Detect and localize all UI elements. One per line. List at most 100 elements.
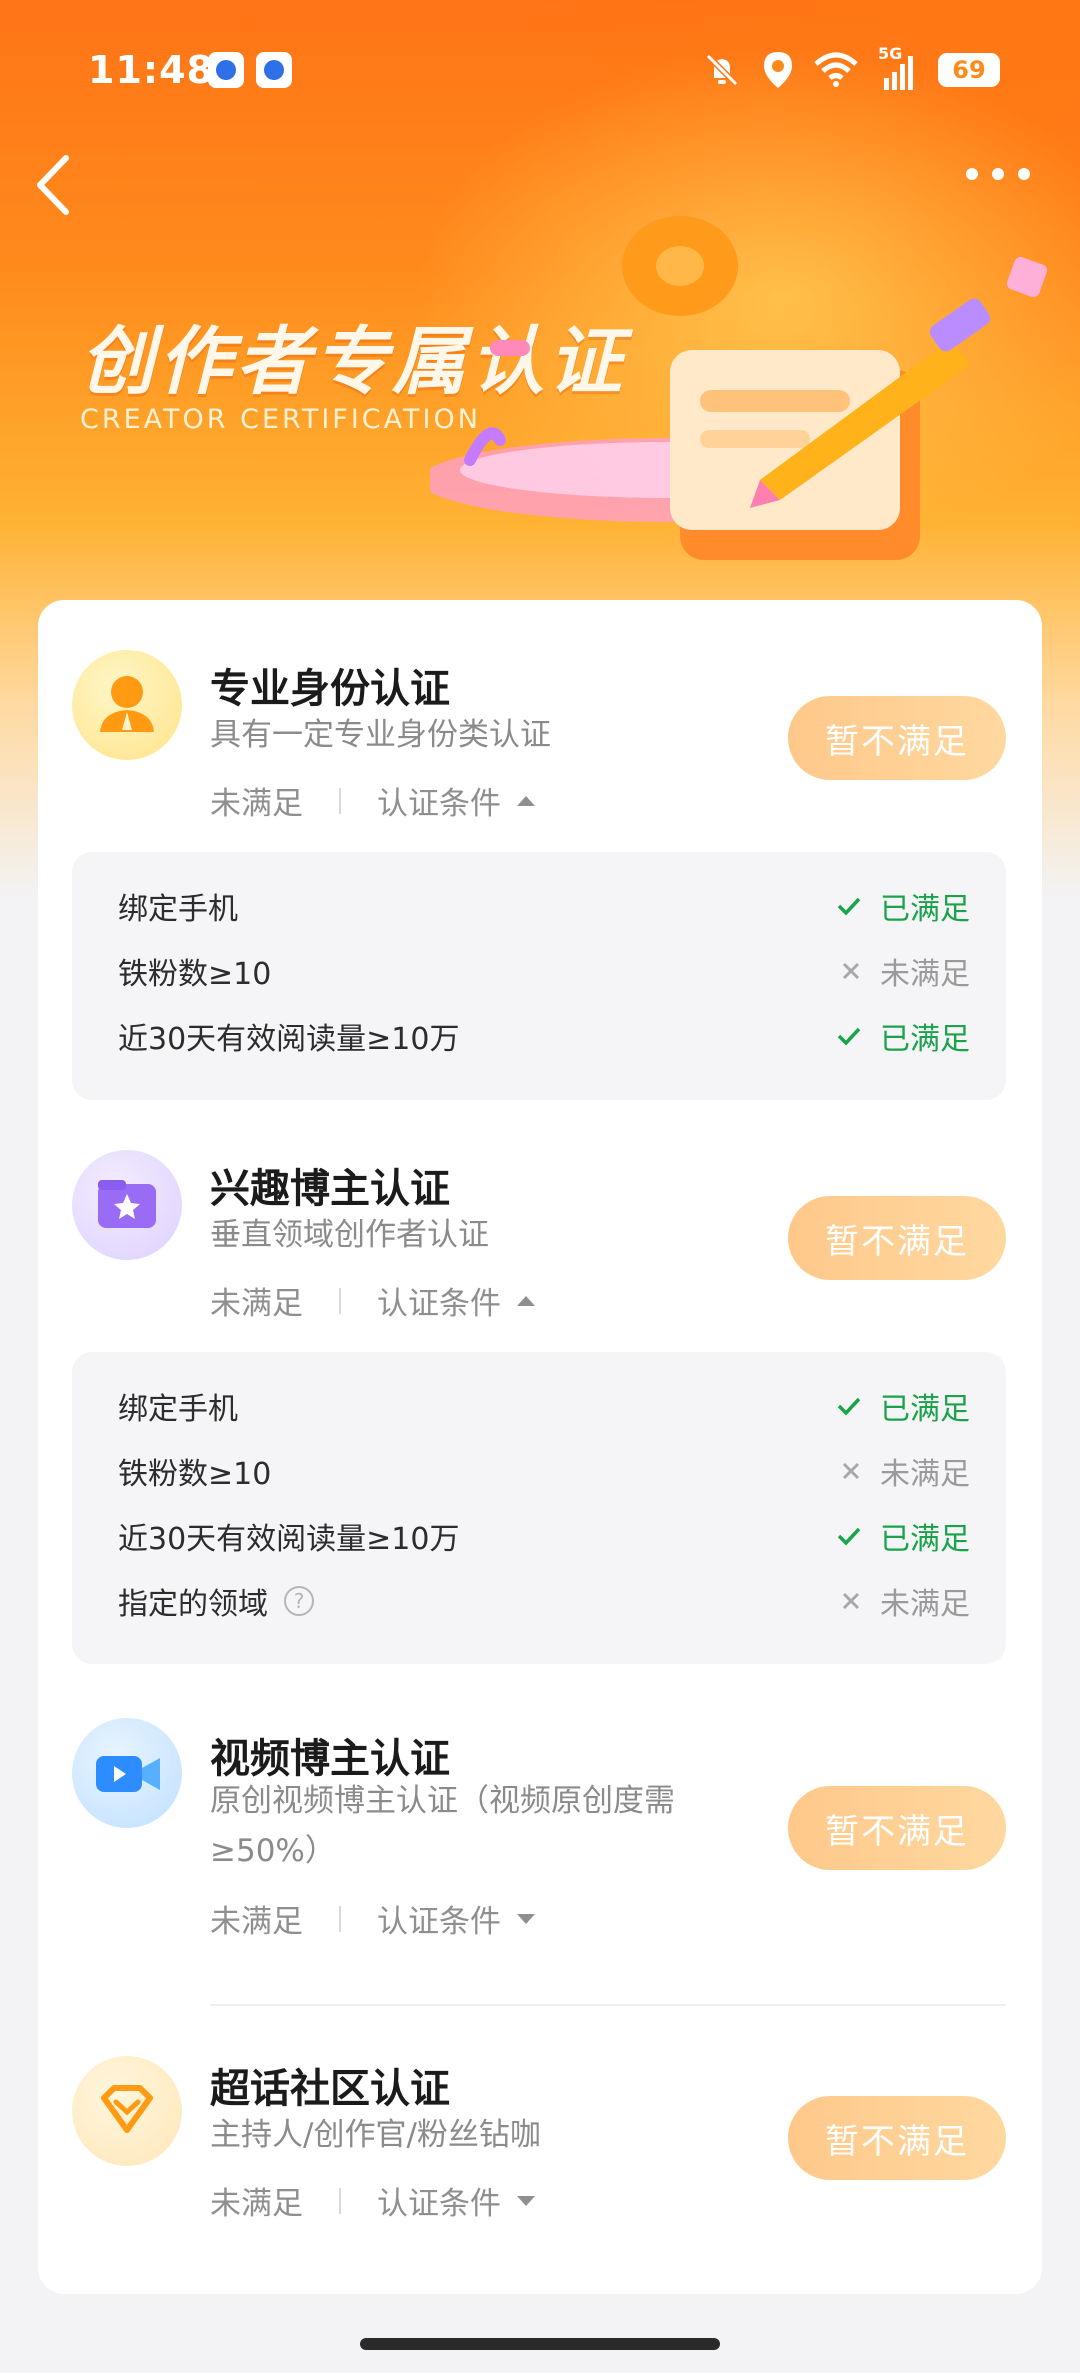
condition-label: 近30天有效阅读量≥10万 bbox=[118, 1022, 460, 1057]
meta-divider bbox=[339, 787, 341, 814]
section-meta: 未满足 认证条件 bbox=[210, 2178, 535, 2223]
condition-row: 铁粉数≥10 未满足 bbox=[72, 937, 1006, 1001]
conditions-toggle-label: 认证条件 bbox=[377, 786, 501, 822]
section-meta: 未满足 认证条件 bbox=[210, 778, 535, 823]
apply-button[interactable]: 暂不满足 bbox=[788, 2096, 1006, 2180]
condition-label-wrap: 指定的领域 ? bbox=[118, 1579, 314, 1623]
apply-button[interactable]: 暂不满足 bbox=[788, 1786, 1006, 1870]
check-icon bbox=[837, 1027, 861, 1046]
more-dot bbox=[1018, 168, 1030, 180]
more-button[interactable] bbox=[966, 168, 1030, 180]
condition-row: 绑定手机 已满足 bbox=[72, 1372, 1006, 1436]
banner-illustration bbox=[430, 216, 1048, 560]
notification-app-icon bbox=[256, 52, 292, 88]
conditions-toggle[interactable]: 认证条件 bbox=[377, 1896, 535, 1941]
network-type: 5G bbox=[878, 44, 903, 63]
condition-status-text: 已满足 bbox=[880, 1522, 970, 1557]
back-button[interactable] bbox=[30, 150, 76, 220]
conditions-toggle-label: 认证条件 bbox=[377, 1904, 501, 1940]
condition-status-text: 已满足 bbox=[880, 1022, 970, 1057]
condition-row: 指定的领域 ? 未满足 bbox=[72, 1567, 1006, 1631]
condition-status: 已满足 bbox=[836, 1514, 970, 1558]
condition-status: 已满足 bbox=[836, 884, 970, 928]
condition-status-text: 未满足 bbox=[880, 957, 970, 992]
condition-label: 绑定手机 bbox=[118, 892, 238, 927]
condition-status: 已满足 bbox=[836, 1014, 970, 1058]
section-desc: 具有一定专业身份类认证 bbox=[210, 717, 551, 753]
status-label: 未满足 bbox=[210, 1286, 303, 1322]
section-meta: 未满足 认证条件 bbox=[210, 1896, 535, 1941]
diamond-icon bbox=[101, 2085, 153, 2133]
condition-label: 近30天有效阅读量≥10万 bbox=[118, 1522, 460, 1557]
status-label: 未满足 bbox=[210, 1904, 303, 1940]
person-icon bbox=[100, 676, 154, 732]
section-divider bbox=[210, 2004, 1006, 2006]
cross-icon bbox=[842, 1462, 860, 1480]
condition-row: 近30天有效阅读量≥10万 已满足 bbox=[72, 1002, 1006, 1066]
condition-label: 铁粉数≥10 bbox=[118, 1457, 272, 1492]
check-icon bbox=[837, 897, 861, 916]
cross-icon bbox=[842, 1592, 860, 1610]
home-indicator[interactable] bbox=[360, 2338, 720, 2350]
condition-label: 铁粉数≥10 bbox=[118, 957, 272, 992]
conditions-panel: 绑定手机 已满足 铁粉数≥10 未满足 近30天有效阅读量≥10万 已满足 bbox=[72, 852, 1006, 1100]
notification-app-icon bbox=[208, 52, 244, 88]
folder-star-icon bbox=[98, 1180, 156, 1228]
conditions-toggle[interactable]: 认证条件 bbox=[377, 778, 535, 823]
condition-status: 未满足 bbox=[840, 949, 970, 993]
section-title: 兴趣博主认证 bbox=[210, 1166, 450, 1212]
section-desc: 主持人/创作官/粉丝钻咖 bbox=[210, 2117, 541, 2153]
certification-card: 专业身份认证 具有一定专业身份类认证 未满足 认证条件 暂不满足 绑定手机 已满… bbox=[38, 600, 1042, 2294]
check-icon bbox=[837, 1527, 861, 1546]
professional-identity-icon bbox=[72, 650, 182, 760]
video-camera-icon bbox=[96, 1756, 160, 1792]
mute-bell-icon bbox=[705, 53, 739, 87]
more-dot bbox=[992, 168, 1004, 180]
signal-icon: 5G bbox=[878, 44, 918, 90]
condition-status-text: 未满足 bbox=[880, 1587, 970, 1622]
section-desc: 垂直领域创作者认证 bbox=[210, 1217, 489, 1253]
meta-divider bbox=[339, 2187, 341, 2214]
supertopic-community-icon bbox=[72, 2056, 182, 2166]
condition-status-text: 已满足 bbox=[880, 1392, 970, 1427]
cross-icon bbox=[842, 962, 860, 980]
banner-subtitle: CREATOR CERTIFICATION bbox=[80, 404, 481, 435]
video-blogger-icon bbox=[72, 1718, 182, 1828]
conditions-toggle-label: 认证条件 bbox=[377, 1286, 501, 1322]
section-title: 超话社区认证 bbox=[210, 2066, 450, 2112]
caret-up-icon bbox=[517, 795, 535, 806]
caret-down-icon bbox=[517, 1913, 535, 1924]
meta-divider bbox=[339, 1287, 341, 1314]
battery-icon: 69 bbox=[938, 53, 1000, 87]
location-icon bbox=[764, 52, 792, 88]
condition-row: 铁粉数≥10 未满足 bbox=[72, 1437, 1006, 1501]
condition-status-text: 已满足 bbox=[880, 892, 970, 927]
more-dot bbox=[966, 168, 978, 180]
condition-status: 未满足 bbox=[840, 1579, 970, 1623]
question-icon[interactable]: ? bbox=[284, 1586, 314, 1616]
status-label: 未满足 bbox=[210, 2186, 303, 2222]
wifi-icon bbox=[814, 52, 858, 87]
condition-status: 已满足 bbox=[836, 1384, 970, 1428]
conditions-panel: 绑定手机 已满足 铁粉数≥10 未满足 近30天有效阅读量≥10万 已满足 bbox=[72, 1352, 1006, 1664]
status-time: 11:48 bbox=[88, 48, 214, 92]
conditions-toggle-label: 认证条件 bbox=[377, 2186, 501, 2222]
status-icons: 5G 69 bbox=[702, 44, 1000, 90]
check-icon bbox=[837, 1397, 861, 1416]
apply-button[interactable]: 暂不满足 bbox=[788, 696, 1006, 780]
conditions-toggle[interactable]: 认证条件 bbox=[377, 1278, 535, 1323]
condition-row: 绑定手机 已满足 bbox=[72, 872, 1006, 936]
apply-button[interactable]: 暂不满足 bbox=[788, 1196, 1006, 1280]
status-bar: 11:48 5G 69 bbox=[0, 0, 1080, 140]
condition-label: 指定的领域 bbox=[118, 1587, 268, 1622]
conditions-toggle[interactable]: 认证条件 bbox=[377, 2178, 535, 2223]
condition-label: 绑定手机 bbox=[118, 1392, 238, 1427]
status-label: 未满足 bbox=[210, 786, 303, 822]
section-meta: 未满足 认证条件 bbox=[210, 1278, 535, 1323]
meta-divider bbox=[339, 1905, 341, 1932]
condition-row: 近30天有效阅读量≥10万 已满足 bbox=[72, 1502, 1006, 1566]
section-desc: 原创视频博主认证（视频原创度需≥50%） bbox=[210, 1783, 675, 1869]
condition-status-text: 未满足 bbox=[880, 1457, 970, 1492]
back-arrow-icon bbox=[37, 155, 69, 215]
condition-status: 未满足 bbox=[840, 1449, 970, 1493]
